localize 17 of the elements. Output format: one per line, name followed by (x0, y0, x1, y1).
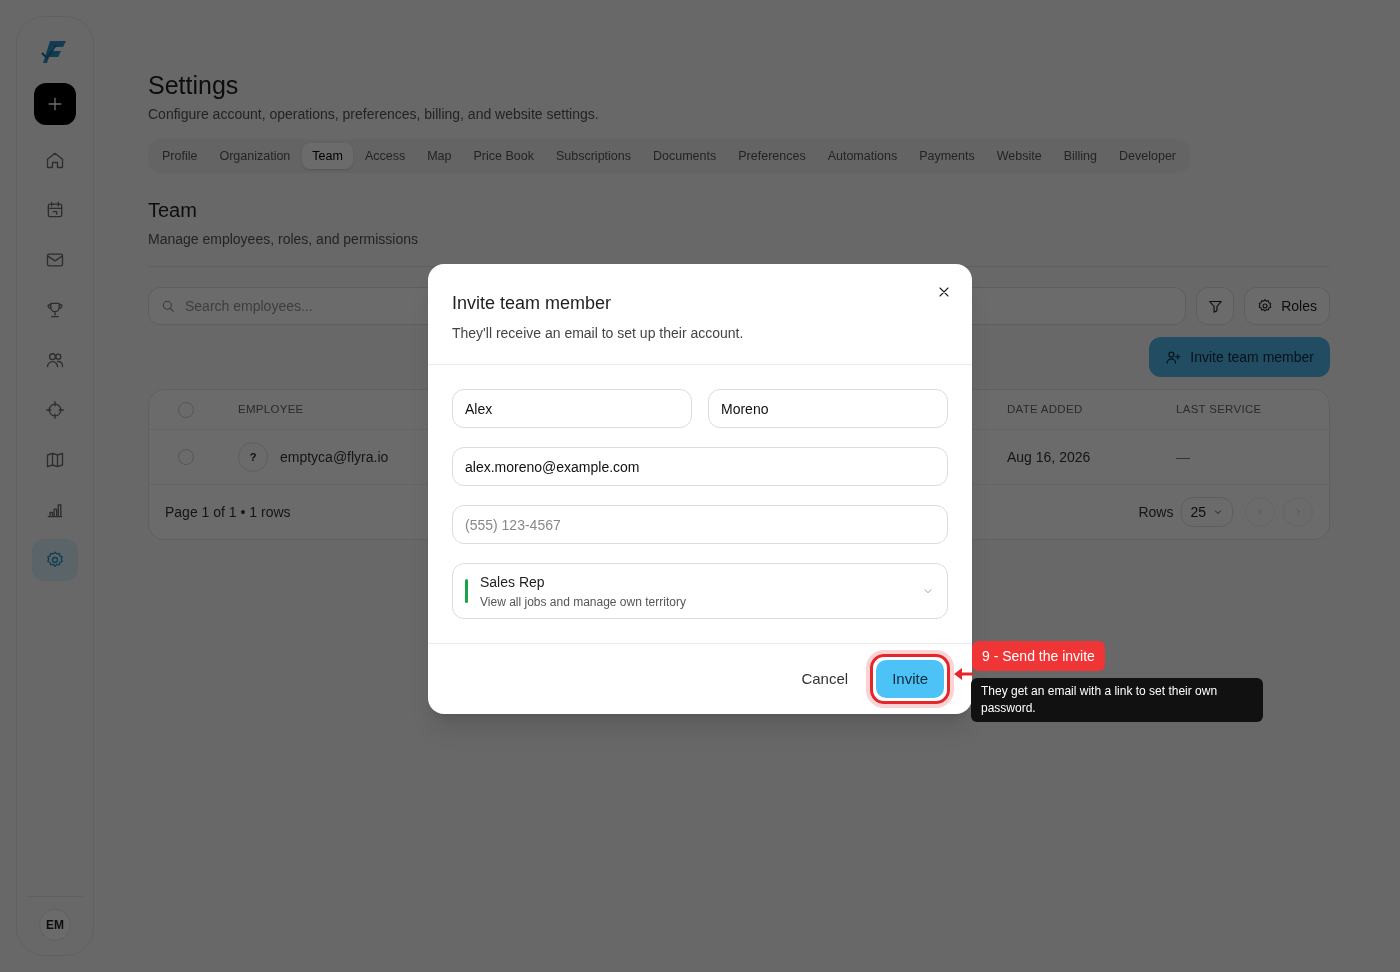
tour-tooltip: They get an email with a link to set their own password. (971, 678, 1263, 722)
dialog-subtitle: They'll receive an email to set up their account. (452, 324, 745, 343)
dialog-title: Invite team member (452, 292, 613, 315)
table-cell: — (1176, 448, 1190, 465)
rows-label: Rows (1138, 502, 1174, 522)
column-header: EMPLOYEE (238, 402, 304, 415)
column-header: LAST SERVICE (1176, 402, 1262, 415)
page-subtitle: Configure account, operations, preferences, billing, and website settings. (148, 105, 600, 124)
page-title: Settings (148, 70, 240, 100)
pagination-summary: Page 1 of 1 • 1 rows (165, 502, 291, 522)
table-cell-text: emptyca@flyra.io (280, 447, 389, 467)
tour-step-label: 9 - Send the invite (972, 641, 1105, 671)
column-header: DATE ADDED (1007, 402, 1083, 415)
role-description: View all jobs and manage own territory (480, 593, 686, 611)
section-title: Team (148, 198, 198, 223)
table-cell: Aug 16, 2026 (1007, 448, 1091, 465)
role-name: Sales Rep (480, 572, 546, 592)
